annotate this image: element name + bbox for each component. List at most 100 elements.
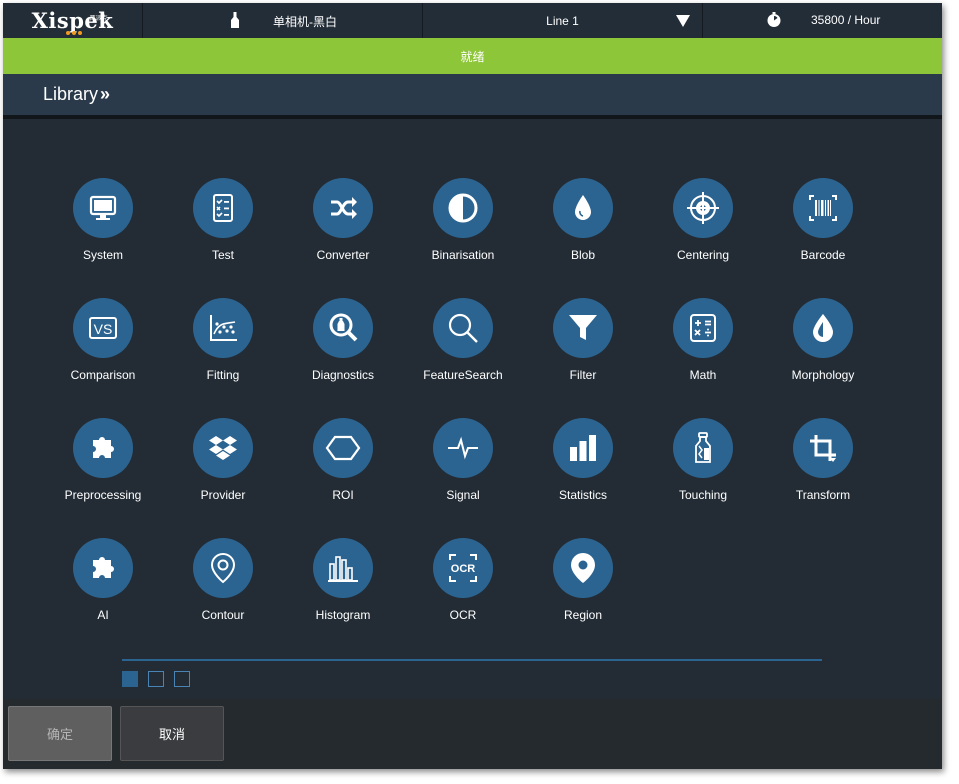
tool-label: Barcode [800,248,846,262]
tool-barcode[interactable]: Barcode [763,178,883,278]
tool-region[interactable]: Region [523,538,643,638]
tool-touching[interactable]: Touching [643,418,763,518]
target-icon [673,178,733,238]
tool-converter[interactable]: Converter [283,178,403,278]
monitor-icon [73,178,133,238]
tool-label: Provider [200,488,246,502]
tool-centering[interactable]: Centering [643,178,763,278]
page-indicator-3[interactable] [174,671,190,687]
tool-label: Centering [676,248,730,262]
tool-label: Filter [569,368,597,382]
tool-label: Region [563,608,603,622]
tool-label: Converter [316,248,370,262]
tool-diagnostics[interactable]: Diagnostics [283,298,403,398]
tool-system[interactable]: System [43,178,163,278]
tool-featuresearch[interactable]: FeatureSearch [403,298,523,398]
triangle-down-icon [676,15,690,27]
puzzle-icon [73,538,133,598]
histogram-icon [313,538,373,598]
vs-icon: VS [73,298,133,358]
page-indicator-2[interactable] [148,671,164,687]
product-name: 单相机-黑白 [273,15,337,29]
tool-transform[interactable]: Transform [763,418,883,518]
tool-blob[interactable]: Blob [523,178,643,278]
tool-label: Test [211,248,234,262]
ocr-icon: OCR [433,538,493,598]
search-icon [433,298,493,358]
cancel-button[interactable]: 取消 [120,706,224,761]
tool-statistics[interactable]: Statistics [523,418,643,518]
checklist-icon [193,178,253,238]
crop-icon [793,418,853,478]
tool-label: Contour [201,608,245,622]
tool-provider[interactable]: Provider [163,418,283,518]
tool-label: Fitting [206,368,240,382]
tool-label: System [82,248,123,262]
tool-morphology[interactable]: Morphology [763,298,883,398]
svg-text:OCR: OCR [451,563,476,575]
tool-fitting[interactable]: Fitting [163,298,283,398]
tool-math[interactable]: Math [643,298,763,398]
tool-ocr[interactable]: OCR OCR [403,538,523,638]
confirm-button[interactable]: 确定 [8,706,112,761]
tool-label: ROI [332,488,354,502]
logo: Xispek 西派克 [3,3,143,38]
line-label: Line 1 [546,13,579,28]
top-bar: Xispek 西派克 单相机-黑白 Line 1 35800 / Hour [3,3,942,38]
tool-label: Statistics [558,488,607,502]
tool-histogram[interactable]: Histogram [283,538,403,638]
shuffle-icon [313,178,373,238]
scatter-fit-icon [193,298,253,358]
touching-bottle-icon [673,418,733,478]
chevron-right-icon: » [100,84,111,104]
tool-label: Binarisation [431,248,495,262]
tool-contour[interactable]: Contour [163,538,283,638]
logo-dots [65,15,86,35]
barcode-icon [793,178,853,238]
tool-label: Histogram [315,608,371,622]
tool-label: Math [689,368,717,382]
bar-chart-icon [553,418,613,478]
location-outline-icon [193,538,253,598]
tool-comparison[interactable]: VS Comparison [43,298,163,398]
page-title: Library [43,84,99,104]
location-pin-icon [553,538,613,598]
tool-binarisation[interactable]: Binarisation [403,178,523,278]
tool-label: Signal [446,488,480,502]
tool-label: Preprocessing [64,488,142,502]
tool-roi[interactable]: ROI [283,418,403,518]
tool-preprocessing[interactable]: Preprocessing [43,418,163,518]
speed-value: 35800 / Hour [811,13,881,27]
tool-label: Touching [678,488,728,502]
divider [3,115,942,119]
tool-label: Transform [795,488,851,502]
status-bar: 就绪 [3,38,942,74]
app-window: Xispek 西派克 单相机-黑白 Line 1 35800 / Hour 就绪 [3,3,942,769]
pulse-icon [433,418,493,478]
line-dropdown[interactable]: Line 1 [423,3,703,38]
clock-icon [767,12,781,27]
logo-subtitle: 西派克 [89,15,108,22]
tool-label: Comparison [70,368,136,382]
svg-text:VS: VS [94,321,113,337]
pager-divider [122,659,822,661]
magnifier-bottle-icon [313,298,373,358]
tool-label: Morphology [791,368,855,382]
tool-label: Blob [570,248,596,262]
logo-text: Xispek 西派克 [32,8,114,35]
page-indicator-1[interactable] [122,671,138,687]
tool-label: OCR [449,608,477,622]
tool-filter[interactable]: Filter [523,298,643,398]
breadcrumb: Library » [3,74,942,115]
bottle-icon [231,12,239,28]
funnel-icon [553,298,613,358]
tool-label: Diagnostics [311,368,375,382]
puzzle-icon [73,418,133,478]
tool-ai[interactable]: AI [43,538,163,638]
dropbox-icon [193,418,253,478]
calculator-icon [673,298,733,358]
drop-icon [553,178,613,238]
product-selector[interactable]: 单相机-黑白 [143,3,423,38]
tool-test[interactable]: Test [163,178,283,278]
tool-signal[interactable]: Signal [403,418,523,518]
